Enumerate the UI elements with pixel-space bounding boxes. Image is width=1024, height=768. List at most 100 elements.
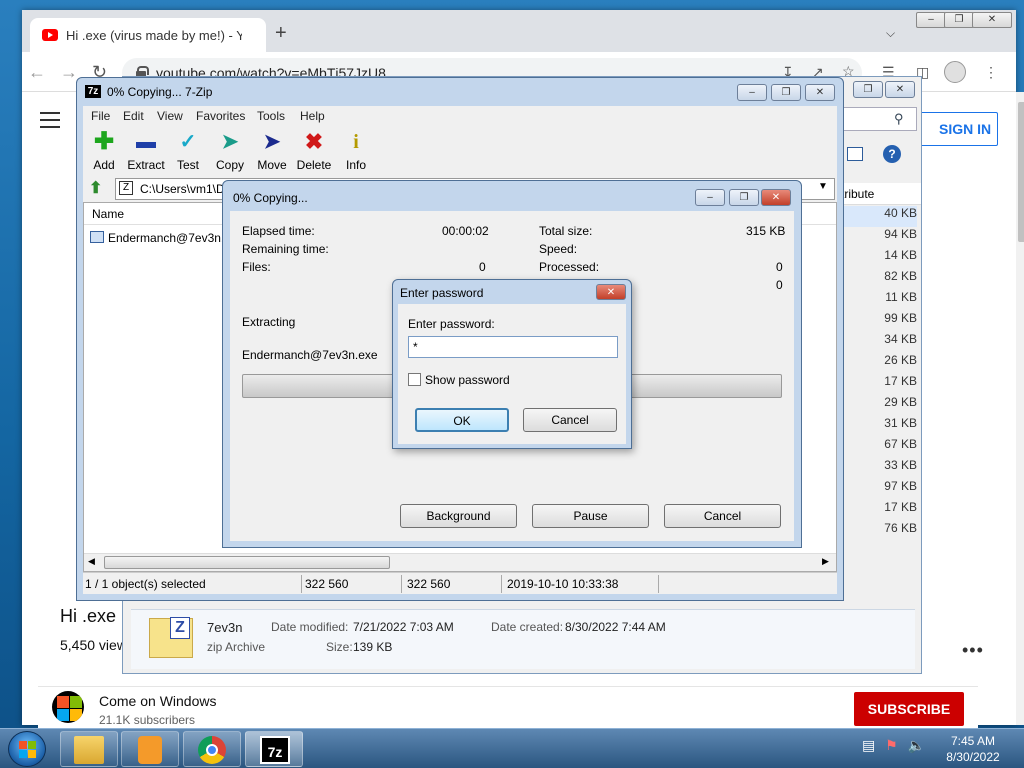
media-player-icon bbox=[138, 736, 162, 764]
channel-avatar[interactable] bbox=[52, 691, 84, 723]
network-icon[interactable]: ▤ bbox=[862, 737, 875, 753]
up-folder-icon[interactable]: ⬆ bbox=[89, 178, 107, 197]
dialog-title: Enter password bbox=[400, 286, 484, 300]
page-scroll-thumb[interactable] bbox=[1018, 102, 1024, 242]
action-center-icon[interactable]: ⚑ bbox=[885, 737, 898, 753]
file-row[interactable]: Endermanch@7ev3n.e bbox=[108, 231, 231, 245]
menu-edit[interactable]: Edit bbox=[123, 109, 144, 123]
forward-icon[interactable]: → bbox=[60, 62, 78, 83]
menu-kebab-icon[interactable]: ⋮ bbox=[984, 64, 998, 81]
details-pane: Z 7ev3n zip Archive Date modified: 7/21/… bbox=[131, 609, 915, 669]
status-size: 322 560 bbox=[305, 577, 349, 591]
cancel-button[interactable]: Cancel bbox=[664, 504, 781, 528]
page-scrollbar[interactable] bbox=[1016, 92, 1024, 725]
back-icon[interactable]: ← bbox=[28, 62, 46, 83]
menu-view[interactable]: View bbox=[157, 109, 183, 123]
7zip-icon: 7z bbox=[260, 736, 290, 764]
channel-name[interactable]: Come on Windows bbox=[99, 693, 217, 709]
move-icon: ➤ bbox=[263, 131, 281, 153]
toolbar: ✚ Add ▬ Extract ✓ Test ➤ Copy ➤ Move ✖ D… bbox=[83, 126, 837, 174]
size-cell: 26 KB bbox=[884, 353, 917, 367]
minimize-button[interactable]: – bbox=[916, 12, 946, 28]
path-dropdown-icon[interactable]: ▼ bbox=[818, 181, 828, 192]
help-icon[interactable]: ? bbox=[883, 145, 901, 163]
clock-time: 7:45 AM bbox=[950, 734, 996, 748]
maximize-button[interactable]: ❐ bbox=[771, 84, 801, 101]
explorer-restore-button[interactable]: ❐ bbox=[853, 81, 883, 98]
close-button[interactable]: ✕ bbox=[761, 189, 791, 206]
menu-file[interactable]: File bbox=[91, 109, 110, 123]
explorer-close-button[interactable]: ✕ bbox=[885, 81, 915, 98]
menu-tools[interactable]: Tools bbox=[257, 109, 285, 123]
size-cell: 67 KB bbox=[884, 437, 917, 451]
scroll-left-icon[interactable]: ◀ bbox=[88, 556, 95, 567]
channel-bar: Come on Windows 21.1K subscribers SUBSCR… bbox=[38, 686, 978, 730]
subscriber-count: 21.1K subscribers bbox=[99, 713, 196, 727]
date-created-value: 8/30/2022 7:44 AM bbox=[565, 620, 666, 634]
info-label: Info bbox=[345, 158, 366, 172]
subscribe-button[interactable]: SUBSCRIBE bbox=[854, 692, 964, 726]
status-divider bbox=[658, 575, 659, 593]
restore-button[interactable]: ❐ bbox=[729, 189, 759, 206]
background-button[interactable]: Background bbox=[400, 504, 517, 528]
browser-tab[interactable]: Hi .exe (virus made by me!) - You bbox=[30, 18, 266, 52]
new-tab-button[interactable]: + bbox=[275, 23, 287, 43]
start-button[interactable] bbox=[8, 731, 46, 767]
add-label: Add bbox=[93, 158, 115, 172]
status-bar: 1 / 1 object(s) selected 322 560 322 560… bbox=[83, 572, 837, 594]
date-modified-value: 7/21/2022 7:03 AM bbox=[353, 620, 454, 634]
close-button[interactable]: ✕ bbox=[596, 284, 626, 300]
size-cell: 82 KB bbox=[884, 269, 917, 283]
size-cell: 29 KB bbox=[884, 395, 917, 409]
more-actions-icon[interactable]: ••• bbox=[962, 640, 984, 661]
date-created-label: Date created: bbox=[491, 620, 564, 634]
tab-title: Hi .exe (virus made by me!) - You bbox=[66, 28, 242, 43]
search-icon: ⚲ bbox=[894, 111, 904, 126]
horizontal-scrollbar[interactable]: ◀ ▶ bbox=[84, 553, 836, 571]
file-name: 7ev3n bbox=[207, 620, 243, 635]
test-icon: ✓ bbox=[179, 131, 197, 153]
horizontal-scroll-thumb[interactable] bbox=[104, 556, 390, 569]
clock-date: 8/30/2022 bbox=[946, 750, 1000, 764]
size-cell: 94 KB bbox=[884, 227, 917, 241]
cancel-button[interactable]: Cancel bbox=[523, 408, 617, 432]
show-password-label[interactable]: Show password bbox=[425, 373, 510, 387]
minimize-button[interactable]: – bbox=[695, 189, 725, 206]
extract-label: Extract bbox=[127, 158, 165, 172]
profile-avatar[interactable] bbox=[944, 61, 966, 83]
name-column-header[interactable]: Name bbox=[92, 207, 124, 221]
sign-in-button[interactable]: SIGN IN bbox=[910, 112, 998, 146]
taskbar-media-player[interactable] bbox=[121, 731, 179, 767]
preview-pane-icon[interactable] bbox=[847, 147, 863, 161]
close-button[interactable]: ✕ bbox=[805, 84, 835, 101]
volume-icon[interactable]: 🔈 bbox=[908, 737, 925, 753]
attributes-column-header[interactable]: tribute bbox=[837, 183, 921, 205]
menu-favorites[interactable]: Favorites bbox=[196, 109, 245, 123]
password-field[interactable]: * bbox=[408, 336, 618, 358]
copy-icon: ➤ bbox=[221, 131, 239, 153]
ok-button[interactable]: OK bbox=[415, 408, 509, 432]
scroll-right-icon[interactable]: ▶ bbox=[822, 556, 829, 567]
taskbar-7zip[interactable]: 7z bbox=[245, 731, 303, 767]
size-cell: 97 KB bbox=[884, 479, 917, 493]
pause-button[interactable]: Pause bbox=[532, 504, 649, 528]
size-cell: 17 KB bbox=[884, 374, 917, 388]
7zip-app-icon: 7z bbox=[85, 85, 101, 98]
tab-search-chevron-icon[interactable]: ⌵ bbox=[886, 26, 895, 41]
total-size-label: Total size: bbox=[539, 224, 593, 238]
close-button[interactable]: ✕ bbox=[972, 12, 1012, 28]
current-file: Endermanch@7ev3n.exe bbox=[242, 348, 378, 362]
taskbar-chrome[interactable] bbox=[183, 731, 241, 767]
clock[interactable]: 7:45 AM 8/30/2022 bbox=[940, 733, 1006, 765]
minimize-button[interactable]: – bbox=[737, 84, 767, 101]
size-cell: 34 KB bbox=[884, 332, 917, 346]
action-label: Extracting bbox=[242, 315, 296, 329]
status-divider bbox=[301, 575, 302, 593]
show-password-checkbox[interactable] bbox=[408, 373, 421, 386]
restore-button[interactable]: ❐ bbox=[944, 12, 974, 28]
hamburger-menu-icon[interactable] bbox=[40, 112, 60, 133]
system-tray: ▤ ⚑ 🔈 bbox=[862, 737, 925, 754]
size-label: Size: bbox=[326, 640, 353, 654]
menu-help[interactable]: Help bbox=[300, 109, 325, 123]
taskbar-explorer[interactable] bbox=[60, 731, 118, 767]
